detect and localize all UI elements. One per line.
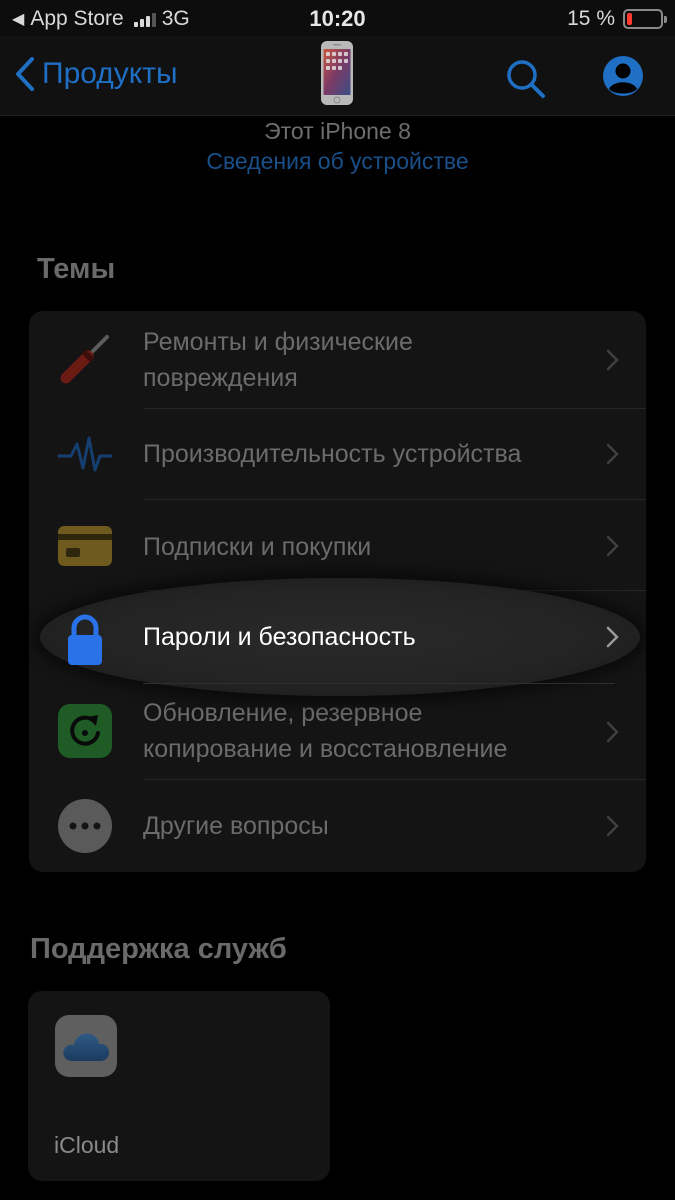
topic-label: Обновление, резервное копирование и восс… <box>143 699 508 763</box>
battery-status: 15 % <box>567 7 667 31</box>
battery-percent: 15 % <box>567 7 615 30</box>
back-button[interactable]: Продукты <box>14 56 178 92</box>
status-bar: ◀ App Store 3G 10:20 15 % <box>0 0 675 36</box>
search-icon[interactable] <box>503 56 547 100</box>
service-label: iCloud <box>54 1132 120 1158</box>
account-icon[interactable] <box>601 54 645 98</box>
chevron-right-icon <box>606 349 619 371</box>
topic-label: Подписки и покупки <box>143 533 372 561</box>
topic-label: Производительность устройства <box>143 440 522 468</box>
chevron-left-icon <box>16 57 34 91</box>
topic-label: Пароли и безопасность <box>143 623 416 651</box>
pulse-icon <box>57 426 113 482</box>
chevron-right-icon <box>606 626 619 648</box>
chevron-right-icon <box>606 443 619 465</box>
topic-subscriptions[interactable]: Подписки и покупки <box>29 500 646 590</box>
credit-card-icon <box>57 517 113 573</box>
topics-title: Темы <box>37 253 116 285</box>
topic-repairs[interactable]: Ремонты и физические повреждения <box>29 311 646 408</box>
lock-icon <box>57 610 113 666</box>
service-icloud[interactable]: iCloud <box>28 991 330 1181</box>
iphone-icon <box>321 41 353 105</box>
more-icon <box>57 798 113 854</box>
topic-label: Ремонты и физические повреждения <box>143 328 413 392</box>
topic-update-backup[interactable]: Обновление, резервное копирование и восс… <box>29 683 646 779</box>
chevron-right-icon <box>606 721 619 743</box>
restore-icon <box>57 703 113 759</box>
battery-icon <box>623 9 667 29</box>
topic-other[interactable]: Другие вопросы <box>29 780 646 872</box>
navigation-bar: Продукты <box>0 36 675 116</box>
topic-performance[interactable]: Производительность устройства <box>29 409 646 499</box>
chevron-right-icon <box>606 535 619 557</box>
divider <box>143 683 615 684</box>
services-title: Поддержка служб <box>30 933 287 965</box>
screwdriver-icon <box>57 331 113 387</box>
device-name: Этот iPhone 8 <box>264 118 411 144</box>
topic-passwords-security[interactable]: Пароли и безопасность <box>29 592 646 684</box>
chevron-right-icon <box>606 815 619 837</box>
icloud-icon <box>55 1015 117 1077</box>
back-label: Продукты <box>42 57 178 90</box>
battery-level <box>627 13 632 25</box>
topic-label: Другие вопросы <box>143 812 329 840</box>
device-details-link[interactable]: Сведения об устройстве <box>0 148 675 175</box>
